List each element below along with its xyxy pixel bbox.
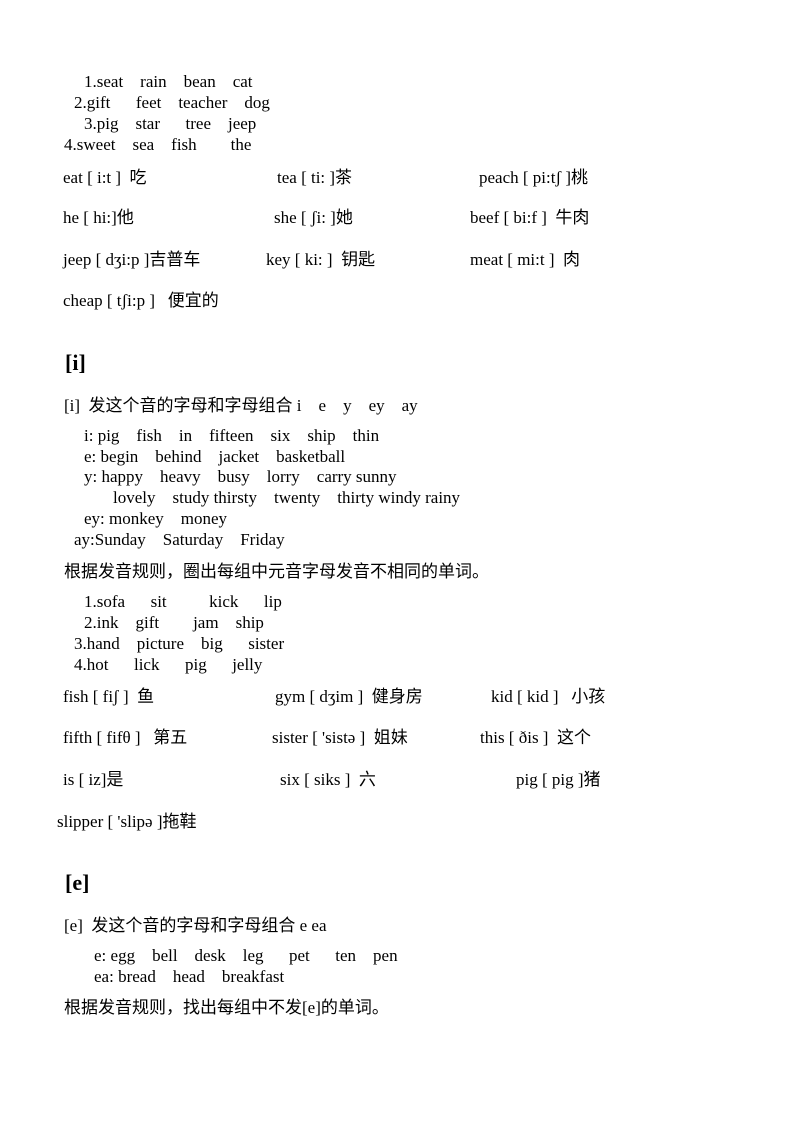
example-line: lovely study thirsty twenty thirty windy…: [113, 488, 461, 507]
vocab-entry: she [ ʃi: ]她: [274, 208, 353, 227]
vocab-entry: he [ hi:]他: [63, 208, 134, 227]
example-line: ea: bread head breakfast: [94, 967, 285, 986]
vocab-entry: fifth [ fifθ ] 第五: [63, 728, 188, 747]
vocab-entry: eat [ i:t ] 吃: [63, 168, 147, 187]
instruction: 根据发音规则，找出每组中不发[e]的单词。: [64, 998, 389, 1017]
vocab-entry: slipper [ 'slipə ]拖鞋: [57, 812, 197, 831]
vocab-entry: jeep [ dʒi:p ]吉普车: [63, 250, 201, 269]
section-heading: [e]: [65, 870, 90, 895]
example-line: i: pig fish in fifteen six ship thin: [84, 426, 380, 445]
vocab-entry: cheap [ tʃi:p ] 便宜的: [63, 291, 219, 310]
vocab-entry: is [ iz]是: [63, 770, 124, 789]
word-group: 1.sofa sit kick lip: [84, 592, 282, 611]
vocab-entry: this [ ðis ] 这个: [480, 728, 591, 747]
example-line: e: egg bell desk leg pet ten pen: [94, 946, 398, 965]
vocab-entry: tea [ ti: ]茶: [277, 168, 353, 187]
document-page: 1.seat rain bean cat 2.gift feet teacher…: [0, 0, 794, 1123]
word-group: 2.ink gift jam ship: [84, 613, 264, 632]
vocab-entry: kid [ kid ] 小孩: [491, 687, 606, 706]
word-group: 3.pig star tree jeep: [84, 114, 257, 133]
vocab-entry: six [ siks ] 六: [280, 770, 376, 789]
instruction: 根据发音规则，圈出每组中元音字母发音不相同的单词。: [64, 562, 489, 581]
vocab-entry: beef [ bi:f ] 牛肉: [470, 208, 590, 227]
word-group: 1.seat rain bean cat: [84, 72, 253, 91]
example-line: ay:Sunday Saturday Friday: [74, 530, 285, 549]
vocab-entry: pig [ pig ]猪: [516, 770, 601, 789]
vocab-entry: sister [ 'sistə ] 姐妹: [272, 728, 408, 747]
word-group: 3.hand picture big sister: [74, 634, 285, 653]
word-group: 4.sweet sea fish the: [64, 135, 252, 154]
section-intro: [i] 发这个音的字母和字母组合 i e y ey ay: [64, 396, 418, 415]
vocab-entry: meat [ mi:t ] 肉: [470, 250, 581, 269]
example-line: y: happy heavy busy lorry carry sunny: [84, 467, 397, 486]
vocab-entry: gym [ dʒim ] 健身房: [275, 687, 423, 706]
vocab-entry: peach [ pi:tʃ ]桃: [479, 168, 589, 187]
word-group: 2.gift feet teacher dog: [74, 93, 270, 112]
section-intro: [e] 发这个音的字母和字母组合 e ea: [64, 916, 327, 935]
word-group: 4.hot lick pig jelly: [74, 655, 263, 674]
vocab-entry: key [ ki: ] 钥匙: [266, 250, 376, 269]
section-heading: [i]: [65, 350, 86, 375]
example-line: e: begin behind jacket basketball: [84, 447, 346, 466]
example-line: ey: monkey money: [84, 509, 228, 528]
vocab-entry: fish [ fiʃ ] 鱼: [63, 687, 155, 706]
